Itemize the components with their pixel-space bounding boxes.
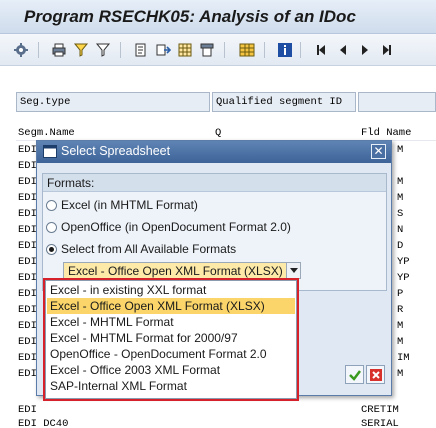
dropdown-item[interactable]: Excel - MHTML Format xyxy=(47,314,295,330)
radio-label: Excel (in MHTML Format) xyxy=(61,198,198,212)
list-cell: EDI xyxy=(18,192,37,204)
chevron-down-icon[interactable] xyxy=(286,263,300,278)
radio-label: OpenOffice (in OpenDocument Format 2.0) xyxy=(61,220,291,234)
window-icon xyxy=(43,145,57,158)
toolbar-separator xyxy=(120,42,121,58)
dialog-title-bar[interactable]: Select Spreadsheet ✕ xyxy=(37,141,391,163)
list-cell: Q xyxy=(215,127,222,139)
formats-label: Formats: xyxy=(47,176,95,190)
dropdown-item[interactable]: OpenOffice - OpenDocument Format 2.0 xyxy=(47,346,295,362)
spreadsheet-icon[interactable] xyxy=(176,41,194,59)
last-page-icon[interactable] xyxy=(378,41,396,59)
list-cell: EDI xyxy=(18,320,37,332)
list-cell: S xyxy=(397,208,404,220)
list-cell: YP xyxy=(397,256,410,268)
word-processing-icon[interactable] xyxy=(198,41,216,59)
list-cell: EDI xyxy=(18,352,37,364)
list-cell: D xyxy=(397,240,404,252)
list-cell: CRETIM xyxy=(361,404,399,416)
toolbar-separator xyxy=(38,42,39,58)
settings-icon[interactable] xyxy=(12,41,30,59)
list-cell: EDI xyxy=(18,160,37,172)
radio-excel-mhtml[interactable]: Excel (in MHTML Format) xyxy=(46,197,198,213)
dropdown-item[interactable]: Excel - Office 2003 XML Format xyxy=(47,362,295,378)
list-cell: Fld Name xyxy=(361,127,412,139)
list-cell: EDI xyxy=(18,224,37,236)
column-header-more[interactable] xyxy=(358,92,436,112)
radio-button[interactable] xyxy=(46,243,57,255)
first-page-icon[interactable] xyxy=(312,41,330,59)
close-icon[interactable]: ✕ xyxy=(371,144,386,159)
list-cell: EDI xyxy=(18,240,37,252)
column-header-qualified-segment-id[interactable]: Qualified segment ID xyxy=(212,92,356,112)
radio-label: Select from All Available Formats xyxy=(61,242,237,256)
local-file-icon[interactable] xyxy=(154,41,172,59)
list-cell: R xyxy=(397,304,404,316)
list-cell: M xyxy=(397,320,404,332)
format-select-value: Excel - Office Open XML Format (XLSX) xyxy=(68,264,283,278)
list-cell: EDI xyxy=(18,368,37,380)
list-cell: EDI xyxy=(18,176,37,188)
list-cell: M xyxy=(397,176,404,188)
list-cell: EDI xyxy=(18,404,37,416)
list-cell: EDI DC40 xyxy=(18,418,69,428)
radio-button[interactable] xyxy=(46,221,57,233)
radio-all-formats[interactable]: Select from All Available Formats xyxy=(46,241,236,257)
window-title-bar: Program RSECHK05: Analysis of an IDoc xyxy=(0,0,436,34)
layout-icon[interactable] xyxy=(238,41,256,59)
list-cell: EDI xyxy=(18,336,37,348)
dropdown-item[interactable]: SAP-Internal XML Format xyxy=(47,378,295,394)
next-page-icon[interactable] xyxy=(356,41,374,59)
list-cell: Segm.Name xyxy=(18,127,75,139)
cancel-x-icon xyxy=(369,368,382,381)
checkmark-icon xyxy=(348,369,361,381)
list-cell: M xyxy=(397,336,404,348)
column-header-seg-type[interactable]: Seg.type xyxy=(16,92,210,112)
toolbar-separator xyxy=(264,42,265,58)
formats-group-header: Formats: xyxy=(43,174,386,192)
dropdown-list-box: Excel - in existing XXL format Excel - O… xyxy=(45,280,297,399)
set-filter-icon[interactable] xyxy=(94,41,112,59)
list-cell: M xyxy=(397,368,404,380)
list-cell: SERIAL xyxy=(361,418,399,428)
list-cell: N xyxy=(397,224,404,236)
list-cell: EDI xyxy=(18,208,37,220)
window-title: Program RSECHK05: Analysis of an IDoc xyxy=(24,7,356,26)
radio-openoffice[interactable]: OpenOffice (in OpenDocument Format 2.0) xyxy=(46,219,291,235)
toolbar-separator xyxy=(300,42,301,58)
list-cell: IM xyxy=(397,352,410,364)
dropdown-item[interactable]: Excel - MHTML Format for 2000/97 xyxy=(47,330,295,346)
application-toolbar xyxy=(0,34,436,66)
list-cell: P xyxy=(397,288,404,300)
filter-icon[interactable] xyxy=(72,41,90,59)
list-cell: EDI xyxy=(18,272,37,284)
dropdown-item[interactable]: Excel - in existing XXL format xyxy=(47,282,295,298)
toolbar-separator xyxy=(224,42,225,58)
radio-button[interactable] xyxy=(46,199,57,211)
info-icon[interactable] xyxy=(276,41,294,59)
dialog-title: Select Spreadsheet xyxy=(61,144,171,158)
list-cell: M xyxy=(397,192,404,204)
export-icon[interactable] xyxy=(132,41,150,59)
dropdown-item-selected[interactable]: Excel - Office Open XML Format (XLSX) xyxy=(47,298,295,314)
previous-page-icon[interactable] xyxy=(334,41,352,59)
cancel-button[interactable] xyxy=(366,365,385,384)
list-cell: EDI xyxy=(18,288,37,300)
list-cell: EDI xyxy=(18,304,37,316)
list-cell: EDI xyxy=(18,144,37,156)
print-icon[interactable] xyxy=(50,41,68,59)
list-cell: M xyxy=(397,144,404,156)
list-cell: YP xyxy=(397,272,410,284)
list-cell: EDI xyxy=(18,256,37,268)
confirm-button[interactable] xyxy=(345,365,364,384)
format-select[interactable]: Excel - Office Open XML Format (XLSX) xyxy=(63,262,301,279)
format-dropdown-list: Excel - in existing XXL format Excel - O… xyxy=(43,278,299,401)
